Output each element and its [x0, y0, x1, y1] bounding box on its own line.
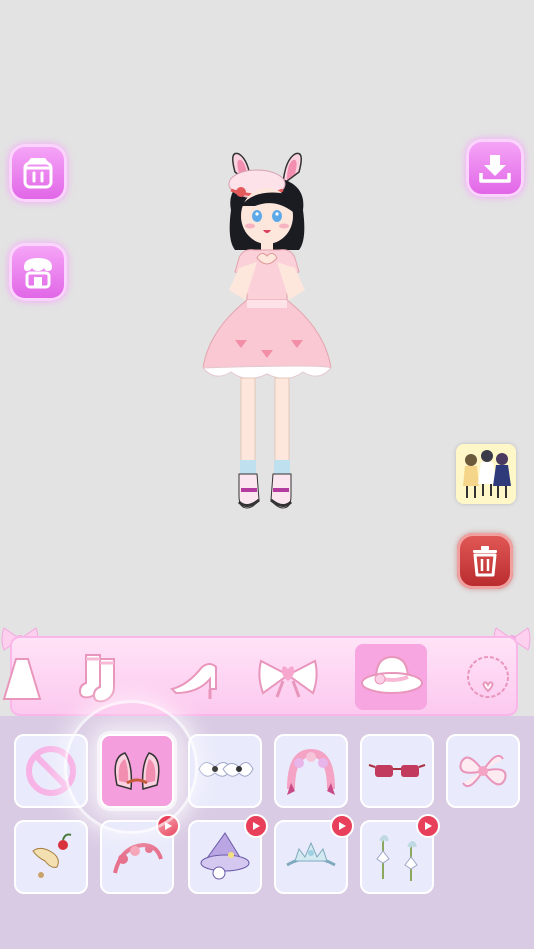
bunny-ears-icon: [114, 752, 160, 790]
witch-hat-icon: [200, 832, 250, 880]
download-icon: [479, 155, 511, 183]
dress-up-stage: [0, 0, 534, 715]
trash-icon: [473, 546, 497, 577]
outfit-preview-thumbnail[interactable]: [456, 444, 516, 504]
lily-pins-icon: [376, 835, 418, 881]
closet-button[interactable]: [9, 144, 67, 202]
delete-button[interactable]: [457, 533, 513, 589]
tab-hat[interactable]: [355, 644, 427, 710]
video-ad-badge: [156, 814, 180, 838]
play-icon: [425, 822, 432, 830]
shop-button[interactable]: [9, 243, 67, 301]
play-icon: [165, 822, 172, 830]
item-berry-headband[interactable]: [100, 814, 180, 894]
cherry-clip-icon: [32, 833, 72, 878]
tab-dress[interactable]: [0, 644, 54, 710]
item-flower-headband[interactable]: [274, 734, 348, 808]
flower-headband-icon: [287, 748, 335, 795]
dolls-preview-image: [456, 444, 516, 504]
store-icon: [24, 258, 52, 289]
sunglasses-icon: [368, 764, 426, 777]
category-tab-bar: [2, 636, 518, 716]
bow-icon: [258, 659, 318, 698]
ribbon-flower-icon: [459, 755, 507, 787]
high-heel-icon: [170, 663, 217, 699]
tab-socks[interactable]: [64, 644, 136, 710]
item-none[interactable]: [14, 734, 88, 808]
berry-headband-icon: [113, 842, 163, 874]
item-tiara[interactable]: [274, 814, 354, 894]
item-panel: [0, 716, 534, 949]
item-bow-clips[interactable]: [188, 734, 262, 808]
necklace-icon: [467, 656, 509, 698]
tiara-icon: [286, 841, 336, 867]
girl-character-image: [201, 152, 332, 509]
tab-shoes[interactable]: [158, 644, 230, 710]
item-sunglasses[interactable]: [360, 734, 434, 808]
video-ad-badge: [416, 814, 440, 838]
bow-clips-icon: [198, 762, 254, 777]
dress-icon: [2, 658, 42, 700]
video-ad-badge: [330, 814, 354, 838]
item-cherry-clip[interactable]: [14, 820, 88, 894]
item-lily-pins[interactable]: [360, 814, 440, 894]
tab-bow[interactable]: [252, 644, 324, 710]
hat-icon: [361, 655, 423, 694]
play-icon: [253, 822, 260, 830]
character-doll[interactable]: [195, 150, 340, 540]
item-witch-hat[interactable]: [188, 814, 268, 894]
play-icon: [339, 822, 346, 830]
item-bunny-ears[interactable]: [100, 734, 174, 808]
wardrobe-icon: [23, 158, 53, 189]
none-icon: [26, 746, 76, 796]
download-button[interactable]: [466, 139, 524, 197]
socks-icon: [78, 654, 115, 703]
tab-necklace[interactable]: [452, 644, 524, 710]
video-ad-badge: [244, 814, 268, 838]
item-ribbon-flower[interactable]: [446, 734, 520, 808]
